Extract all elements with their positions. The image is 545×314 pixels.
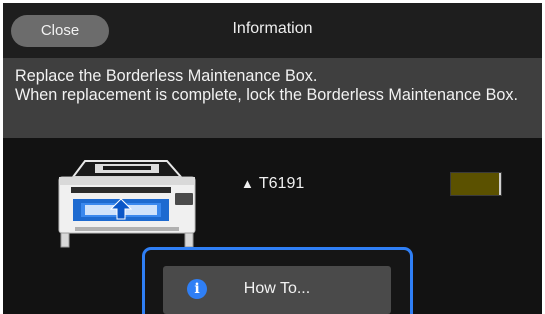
how-to-label: How To... (243, 280, 311, 297)
panel-screen: Close Information Replace the Borderless… (3, 3, 542, 314)
part-number-text: T6191 (258, 175, 305, 192)
part-number: ▲ T6191 (241, 175, 304, 193)
ink-drop-icon: ▲ (241, 176, 254, 191)
message-text: Replace the Borderless Maintenance Box. W… (15, 67, 518, 104)
message-area: Replace the Borderless Maintenance Box. W… (3, 58, 542, 138)
printer-icon (58, 160, 196, 248)
maintenance-box-level (450, 172, 502, 196)
page-title: Information (232, 20, 313, 37)
header-bar: Close Information (3, 3, 542, 58)
how-to-button[interactable]: i How To... (163, 266, 391, 314)
howto-focus-frame: i How To... (142, 247, 413, 314)
